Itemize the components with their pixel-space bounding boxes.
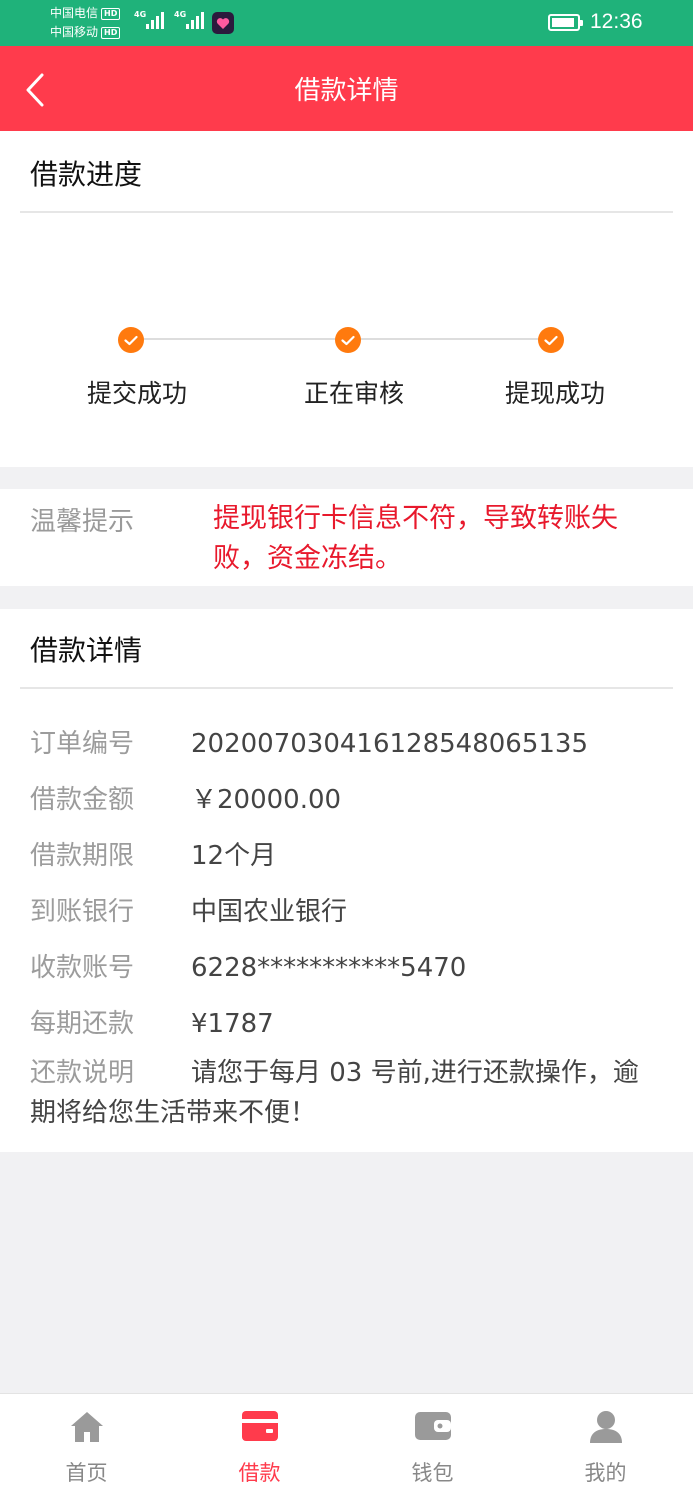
tab-loan[interactable]: 借款: [173, 1394, 346, 1500]
tab-label: 首页: [65, 1461, 108, 1485]
detail-row-installment: 每期还款 ¥1787: [30, 1003, 274, 1040]
detail-value: 中国农业银行: [191, 897, 348, 927]
status-bar: 中国电信 HD 中国移动 HD 4G 4G 12:36: [0, 0, 693, 46]
detail-value: 12个月: [191, 841, 277, 871]
battery-icon: [548, 14, 583, 31]
detail-value: 202007030416128548065135: [191, 729, 589, 759]
warm-tip-card: 温馨提示 提现银行卡信息不符，导致转账失败，资金冻结。: [0, 489, 693, 586]
step-label: 正在审核: [303, 379, 404, 408]
loan-progress-card: 借款进度 提交成功 正在审核 提现成功: [0, 131, 693, 467]
card-icon: [241, 1411, 278, 1441]
section-title: 借款详情: [30, 634, 143, 667]
network-type: 4G: [134, 10, 147, 19]
detail-row-term: 借款期限 12个月: [30, 835, 276, 872]
nav-bar: 借款详情: [0, 46, 693, 131]
detail-value: 6228***********5470: [191, 953, 467, 983]
tip-label: 温馨提示: [30, 507, 135, 537]
bottom-tab-bar: 首页 借款 钱包 我的: [0, 1393, 693, 1500]
user-icon: [589, 1411, 622, 1443]
signal-icon: 4G: [134, 10, 164, 29]
tab-home[interactable]: 首页: [0, 1394, 173, 1500]
divider: [20, 211, 673, 213]
hd-badge: HD: [101, 7, 121, 20]
detail-label: 到账银行: [30, 897, 135, 927]
tab-label: 钱包: [411, 1461, 454, 1485]
signal-indicators: 4G 4G: [134, 10, 204, 29]
heart-app-icon: [212, 12, 234, 34]
detail-row-account: 收款账号 6228***********5470: [30, 947, 466, 984]
step-label: 提交成功: [86, 379, 187, 408]
detail-value: ¥1787: [191, 1009, 274, 1039]
repayment-note: 还款说明 请您于每月 03 号前,进行还款操作，逾期将给您生活带来不便！: [30, 1053, 660, 1133]
tab-label: 我的: [584, 1461, 627, 1485]
loan-detail-card: 借款详情 订单编号 202007030416128548065135 借款金额 ￥2…: [0, 609, 693, 1152]
carrier-2: 中国移动: [50, 25, 99, 39]
clock: 12:36: [590, 10, 643, 33]
detail-label: 借款期限: [30, 841, 135, 871]
detail-label: 收款账号: [30, 953, 135, 983]
detail-label: 每期还款: [30, 1009, 135, 1039]
tab-wallet[interactable]: 钱包: [346, 1394, 519, 1500]
detail-label: 订单编号: [30, 729, 135, 759]
step-check-icon: [335, 327, 361, 353]
signal-icon: 4G: [174, 10, 204, 29]
step-check-icon: [538, 327, 564, 353]
network-type: 4G: [174, 10, 187, 19]
detail-value: ￥20000.00: [191, 785, 342, 815]
step-label: 提现成功: [504, 379, 605, 408]
carrier-info: 中国电信 HD 中国移动 HD: [50, 4, 121, 42]
detail-label: 借款金额: [30, 785, 135, 815]
carrier-1: 中国电信: [50, 6, 99, 20]
section-title: 借款进度: [30, 158, 143, 191]
detail-label: 还款说明: [30, 1058, 135, 1088]
wallet-icon: [414, 1412, 451, 1440]
home-icon: [70, 1412, 103, 1442]
detail-row-order-no: 订单编号 202007030416128548065135: [30, 723, 588, 760]
detail-row-amount: 借款金额 ￥20000.00: [30, 779, 341, 816]
page-title: 借款详情: [294, 76, 399, 106]
step-check-icon: [118, 327, 144, 353]
tab-label: 借款: [238, 1461, 281, 1485]
hd-badge: HD: [101, 26, 121, 39]
tab-mine[interactable]: 我的: [519, 1394, 692, 1500]
detail-row-bank: 到账银行 中国农业银行: [30, 891, 347, 928]
divider: [20, 687, 673, 689]
tip-message: 提现银行卡信息不符，导致转账失败，资金冻结。: [213, 503, 618, 574]
